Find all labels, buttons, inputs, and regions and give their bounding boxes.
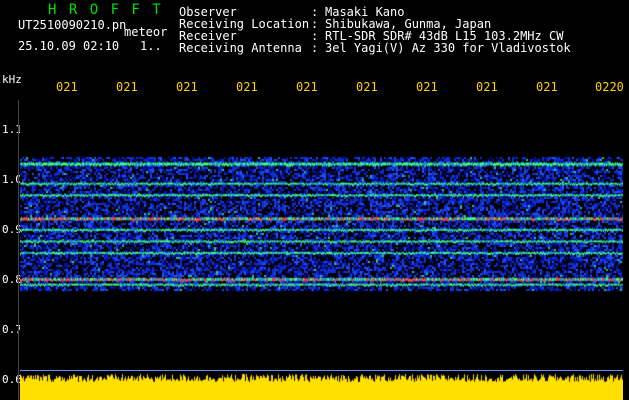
info-label: Receiving Antenna <box>179 41 302 55</box>
time-tick: 021 <box>536 80 558 94</box>
file-name: UT2510090210.pn <box>18 18 127 32</box>
hrofft-window: H R O F F T UT2510090210.pn meteor 25.10… <box>0 0 629 400</box>
counter: 1.. <box>140 39 162 53</box>
time-tick: 021 <box>116 80 138 94</box>
time-tick: 021 <box>476 80 498 94</box>
level-baseline <box>20 370 623 371</box>
spectrogram-plot <box>20 100 623 400</box>
time-tick: 0220 <box>595 80 624 94</box>
time-tick: 021 <box>176 80 198 94</box>
freq-axis-line <box>18 100 19 400</box>
datetime: 25.10.09 02:10 <box>18 39 120 53</box>
time-tick: 021 <box>236 80 258 94</box>
time-tick: 021 <box>56 80 78 94</box>
time-tick: 021 <box>356 80 378 94</box>
freq-unit-label: kHz <box>2 73 22 86</box>
meteor-label: meteor <box>124 25 168 39</box>
time-tick: 021 <box>416 80 438 94</box>
app-title: H R O F F T <box>48 2 163 18</box>
time-tick: 021 <box>296 80 318 94</box>
info-value: 3el Yagi(V) Az 330 for Vladivostok <box>325 41 571 55</box>
info-colon: : <box>311 41 319 55</box>
